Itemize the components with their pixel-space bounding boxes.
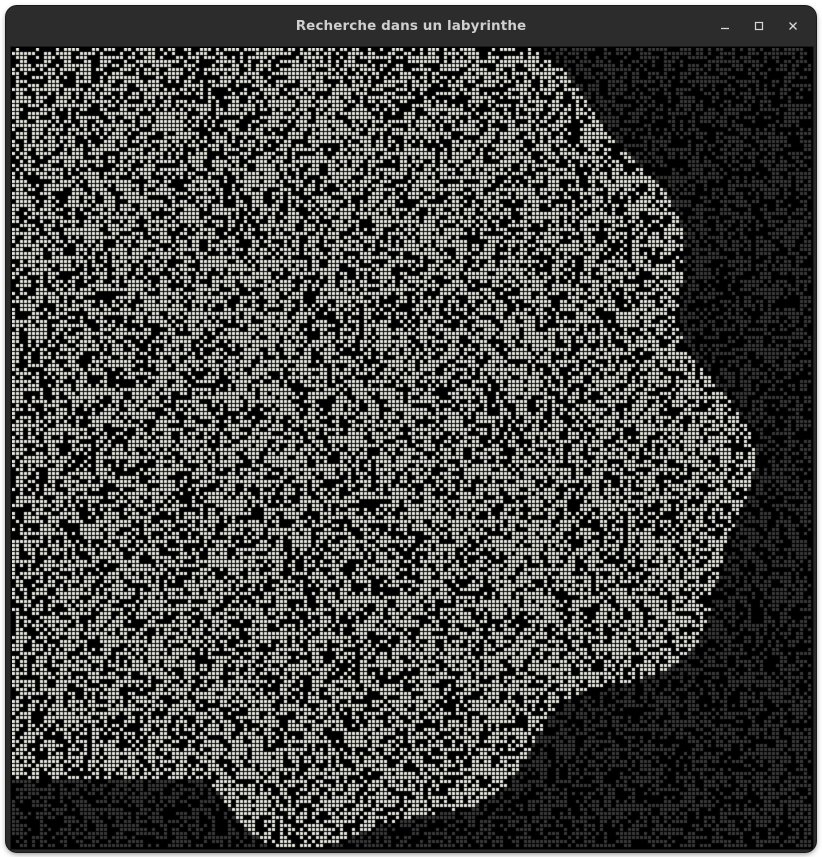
- app-window: Recherche dans un labyrinthe: [6, 6, 816, 852]
- maze-canvas-frame: [10, 46, 814, 850]
- close-button[interactable]: [776, 12, 810, 40]
- window-title: Recherche dans un labyrinthe: [295, 18, 527, 34]
- minimize-button[interactable]: [708, 12, 742, 40]
- maze-canvas[interactable]: [12, 48, 812, 848]
- window-controls: [708, 12, 810, 40]
- maximize-button[interactable]: [742, 12, 776, 40]
- close-icon: [789, 22, 797, 30]
- title-bar[interactable]: Recherche dans un labyrinthe: [6, 6, 816, 46]
- maximize-icon: [754, 21, 764, 31]
- minimize-icon: [721, 27, 729, 30]
